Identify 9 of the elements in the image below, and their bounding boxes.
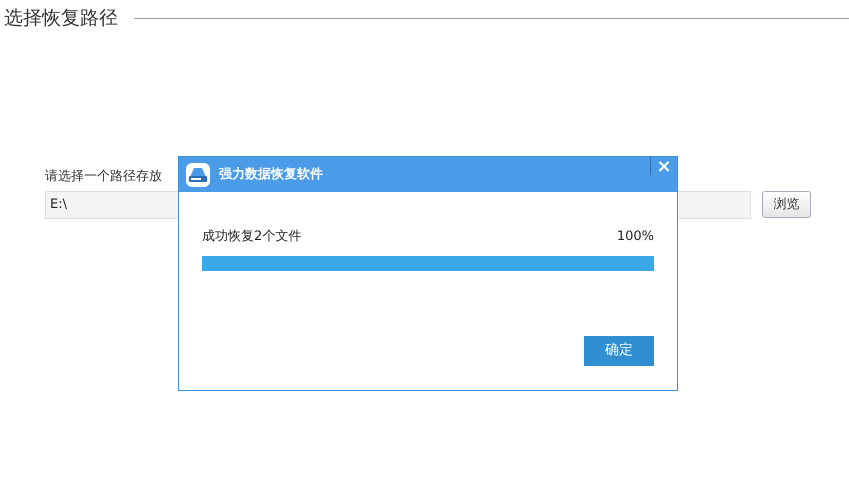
browse-button[interactable]: 浏览 [762,191,811,218]
path-label: 请选择一个路径存放 [45,168,162,186]
status-message: 成功恢复2个文件 [202,228,302,246]
section-title: 选择恢复路径 [4,6,118,31]
ok-button[interactable]: 确定 [584,336,654,366]
dialog-title: 强力数据恢复软件 [219,166,323,184]
close-button[interactable]: × [651,157,677,177]
app-drive-icon [185,162,211,188]
percent-text: 100% [616,228,654,246]
